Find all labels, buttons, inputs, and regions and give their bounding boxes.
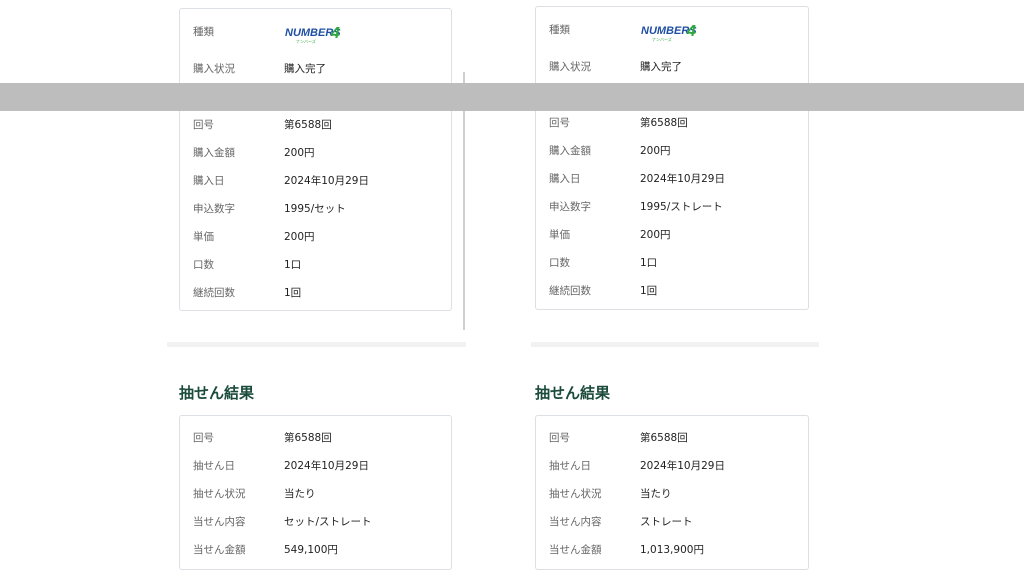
- amount-value: 200円: [284, 147, 315, 159]
- date-label: 購入日: [549, 173, 581, 185]
- prize-value: 1,013,900円: [640, 544, 704, 556]
- result-card-left: 回号 第6588回 抽せん日 2024年10月29日 抽せん状況 当たり 当せん…: [179, 415, 452, 570]
- result-title-right: 抽せん結果: [535, 384, 611, 402]
- purchase-card-right: 種類 NUMBERS 4 ナンバーズ 購入状況 購入完了 回号 第6588回 購…: [535, 6, 809, 310]
- section-divider-left: [167, 342, 466, 347]
- repeat-value: 1回: [640, 285, 658, 297]
- numbers4-logo: NUMBERS 4 ナンバーズ: [640, 21, 700, 47]
- draw-status-value: 当たり: [284, 488, 316, 500]
- number-value: 1995/セット: [284, 203, 346, 215]
- number-label: 申込数字: [549, 201, 591, 213]
- svg-text:ナンバーズ: ナンバーズ: [652, 36, 672, 42]
- result-round-label: 回号: [549, 432, 570, 444]
- type-label: 種類: [549, 24, 570, 36]
- amount-label: 購入金額: [193, 147, 235, 159]
- result-round-value: 第6588回: [640, 432, 688, 444]
- prize-label: 当せん金額: [549, 544, 602, 556]
- price-value: 200円: [640, 229, 671, 241]
- draw-date-label: 抽せん日: [193, 460, 235, 472]
- price-value: 200円: [284, 231, 315, 243]
- prize-label: 当せん金額: [193, 544, 246, 556]
- result-title-left: 抽せん結果: [179, 384, 255, 402]
- win-content-label: 当せん内容: [549, 516, 602, 528]
- units-label: 口数: [549, 257, 570, 269]
- units-label: 口数: [193, 259, 214, 271]
- number-value: 1995/ストレート: [640, 201, 723, 213]
- amount-label: 購入金額: [549, 145, 591, 157]
- units-value: 1口: [640, 257, 658, 269]
- price-label: 単価: [193, 231, 214, 243]
- result-card-right: 回号 第6588回 抽せん日 2024年10月29日 抽せん状況 当たり 当せん…: [535, 415, 809, 570]
- svg-text:ナンバーズ: ナンバーズ: [296, 38, 316, 44]
- amount-value: 200円: [640, 145, 671, 157]
- result-round-value: 第6588回: [284, 432, 332, 444]
- round-value: 第6588回: [640, 117, 688, 129]
- svg-text:4: 4: [686, 23, 696, 40]
- repeat-label: 継続回数: [549, 285, 591, 297]
- round-label: 回号: [193, 119, 214, 131]
- purchase-card-left: 種類 NUMBERS 4 ナンバーズ 購入状況 購入完了 回号 第6588回 購…: [179, 8, 452, 311]
- draw-date-label: 抽せん日: [549, 460, 591, 472]
- draw-status-value: 当たり: [640, 488, 672, 500]
- status-label: 購入状況: [193, 63, 235, 75]
- win-content-value: セット/ストレート: [284, 516, 372, 528]
- number-label: 申込数字: [193, 203, 235, 215]
- status-label: 購入状況: [549, 61, 591, 73]
- status-value: 購入完了: [640, 61, 682, 73]
- draw-date-value: 2024年10月29日: [640, 460, 725, 472]
- win-content-value: ストレート: [640, 516, 693, 528]
- round-value: 第6588回: [284, 119, 332, 131]
- svg-text:4: 4: [330, 25, 340, 42]
- overlay-bar: [0, 83, 1024, 111]
- status-value: 購入完了: [284, 63, 326, 75]
- repeat-label: 継続回数: [193, 287, 235, 299]
- draw-status-label: 抽せん状況: [193, 488, 246, 500]
- type-label: 種類: [193, 26, 214, 38]
- draw-status-label: 抽せん状況: [549, 488, 602, 500]
- numbers4-logo: NUMBERS 4 ナンバーズ: [284, 23, 344, 49]
- price-label: 単価: [549, 229, 570, 241]
- prize-value: 549,100円: [284, 544, 338, 556]
- result-round-label: 回号: [193, 432, 214, 444]
- date-value: 2024年10月29日: [640, 173, 725, 185]
- section-divider-right: [531, 342, 819, 347]
- date-value: 2024年10月29日: [284, 175, 369, 187]
- date-label: 購入日: [193, 175, 225, 187]
- draw-date-value: 2024年10月29日: [284, 460, 369, 472]
- units-value: 1口: [284, 259, 302, 271]
- round-label: 回号: [549, 117, 570, 129]
- repeat-value: 1回: [284, 287, 302, 299]
- win-content-label: 当せん内容: [193, 516, 246, 528]
